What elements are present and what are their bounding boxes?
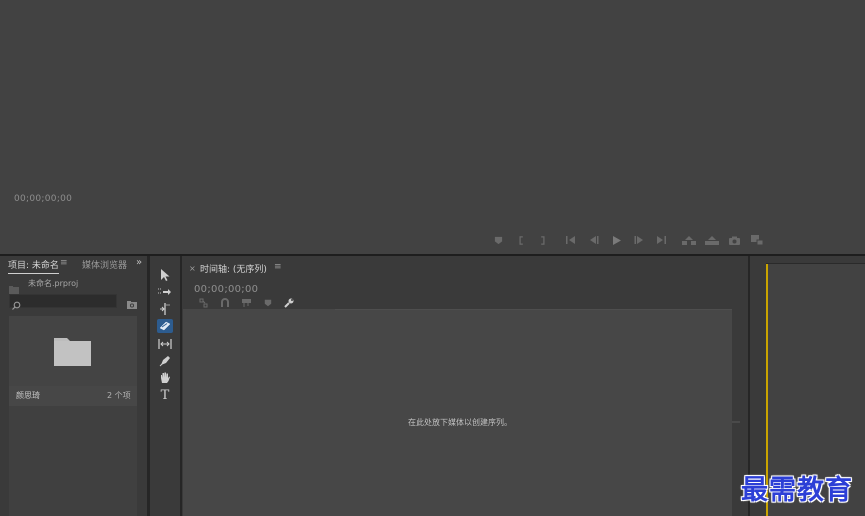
go-to-in-icon[interactable] [563, 233, 579, 247]
nest-icon[interactable] [196, 297, 210, 309]
type-tool-icon[interactable]: T [157, 389, 173, 403]
close-icon[interactable]: × [189, 264, 196, 273]
project-filename: 未命名.prproj [28, 279, 79, 288]
tab-project[interactable]: 项目: 未命名 [8, 258, 59, 274]
source-monitor-timecode[interactable]: 00;00;00;00 [14, 194, 72, 204]
insert-icon[interactable] [681, 233, 697, 247]
bin-item-count: 2 个项 [107, 391, 131, 400]
panel-overflow-icon[interactable]: » [136, 257, 142, 268]
source-monitor [0, 0, 865, 254]
export-frame-icon[interactable] [726, 233, 742, 247]
tab-media-browser[interactable]: 媒体浏览器 [82, 258, 127, 271]
bin-list-area [9, 406, 137, 516]
button-editor-icon[interactable] [749, 233, 765, 247]
folder-icon [54, 338, 92, 371]
wrench-icon[interactable] [282, 297, 296, 309]
project-file-icon [9, 279, 19, 294]
timeline-empty-hint: 在此处放下媒体以创建序列。 [408, 418, 512, 427]
linked-selection-icon[interactable] [239, 297, 253, 309]
search-icon [12, 295, 21, 314]
tab-menu-icon[interactable]: ≡ [60, 258, 68, 268]
slip-tool-icon[interactable] [157, 337, 173, 351]
timeline-title[interactable]: 时间轴: (无序列) [200, 262, 267, 275]
step-back-icon[interactable] [586, 233, 602, 247]
selection-tool-icon[interactable] [157, 268, 173, 282]
mark-in-icon[interactable] [513, 233, 529, 247]
timeline-toolbar [196, 297, 304, 309]
add-marker-icon[interactable] [490, 233, 506, 247]
timeline-timecode[interactable]: 00;00;00;00 [194, 284, 258, 295]
pen-tool-icon[interactable] [157, 354, 173, 368]
project-search-input[interactable] [9, 294, 117, 308]
timeline-drop-area[interactable] [183, 309, 732, 516]
go-to-out-icon[interactable] [653, 233, 669, 247]
track-select-tool-icon[interactable] [157, 285, 173, 299]
timeline-scroll-marker[interactable] [732, 421, 740, 423]
timeline-ruler [335, 309, 732, 310]
step-forward-icon[interactable] [631, 233, 647, 247]
bin-name: 颜思琦 [16, 391, 40, 400]
timeline-menu-icon[interactable]: ≡ [274, 262, 282, 272]
right-panel-edge [766, 263, 865, 264]
watermark-logo: 最需教育 [741, 475, 853, 506]
razor-tool-icon[interactable] [157, 319, 173, 333]
add-marker-icon[interactable] [261, 297, 275, 309]
overwrite-icon[interactable] [704, 233, 720, 247]
new-search-bin-icon[interactable] [127, 295, 137, 314]
snap-icon[interactable] [218, 297, 232, 309]
ripple-edit-tool-icon[interactable] [157, 302, 173, 316]
type-tool-glyph: T [160, 388, 170, 403]
transport-controls [490, 233, 771, 247]
hand-tool-icon[interactable] [157, 371, 173, 385]
mark-out-icon[interactable] [535, 233, 551, 247]
play-icon[interactable] [608, 233, 624, 247]
